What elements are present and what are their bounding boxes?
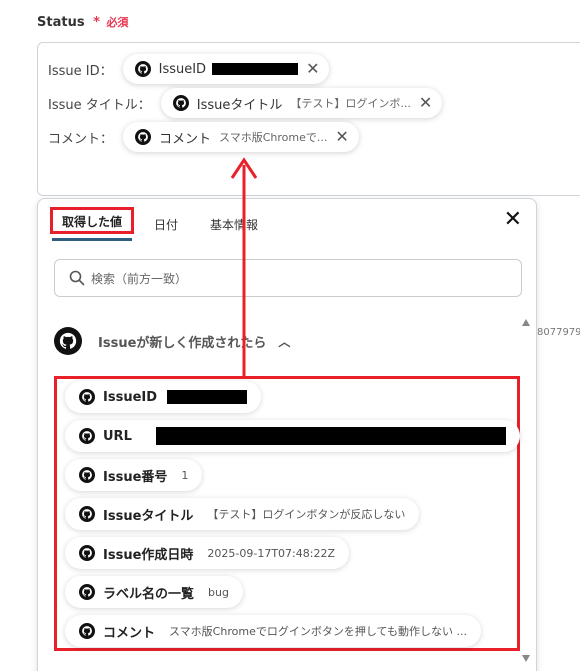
github-icon [79,584,95,600]
field-label: Status * 必須 [37,14,128,30]
close-icon[interactable]: ✕ [306,61,319,77]
github-icon [79,428,95,444]
scroll-up-arrow[interactable] [522,319,530,326]
row-label: コメント： [48,131,114,147]
value-item-issue-title[interactable]: Issueタイトル 【テスト】ログインボタンが反応しない [65,498,420,530]
github-icon [79,389,95,405]
tab-label: 日付 [154,218,179,232]
chip-preview: 【テスト】ログインボ... [290,97,411,110]
item-label: Issue作成日時 [103,547,194,563]
github-icon [172,95,189,111]
redacted-block [155,427,506,445]
scroll-down-arrow[interactable] [522,655,530,662]
value-item-comment[interactable]: コメント スマホ版Chromeでログインボタンを押しても動作しない ... [65,615,481,647]
editor-row-comment: コメント： コメント スマホ版Chromeで... ✕ [48,122,359,152]
editor-row-issue-title: Issue タイトル： Issueタイトル 【テスト】ログインボ... ✕ [48,88,443,118]
value-list: IssueID URL Issue番号 1 Issueタイトル 【テスト】ログイ… [54,376,520,651]
tab-label: 取得した値 [62,215,123,229]
required-star: * [93,15,100,30]
search-icon [69,270,85,286]
item-label: URL [103,428,132,444]
tab-date[interactable]: 日付 [144,212,188,241]
value-item-issue-number[interactable]: Issue番号 1 [65,459,203,491]
redacted-block [167,390,248,404]
item-label: Issue番号 [103,469,168,485]
variable-chip-issue-title[interactable]: Issueタイトル 【テスト】ログインボ... ✕ [160,88,443,118]
redacted-block [212,63,299,75]
row-label: Issue ID： [48,63,113,79]
background-text: 8077979 [537,327,580,338]
item-label: IssueID [103,389,158,405]
tab-label: 基本情報 [210,218,259,232]
variable-chip-issue-id[interactable]: IssueID ✕ [122,54,330,84]
search-placeholder: 検索（前方一致） [91,271,188,286]
chip-label: IssueID [158,61,207,77]
tab-retrieved-values[interactable]: 取得した値 [50,207,135,241]
value-item-url[interactable]: URL [65,420,520,452]
field-label-text: Status [37,15,85,30]
github-icon [79,506,95,522]
github-icon [79,623,95,639]
tab-basic-info[interactable]: 基本情報 [200,212,268,241]
value-item-issue-created-at[interactable]: Issue作成日時 2025-09-17T07:48:22Z [65,537,349,569]
group-title: Issueが新しく作成されたら [98,335,267,351]
required-text: 必須 [106,16,129,29]
item-value: 【テスト】ログインボタンが反応しない [207,508,406,521]
group-header[interactable]: Issueが新しく作成されたら ︿ [54,327,290,355]
chip-label: Issueタイトル [196,97,283,113]
search-input[interactable]: 検索（前方一致） [54,259,522,297]
github-icon [134,61,151,77]
chip-label: コメント [159,131,212,147]
close-icon[interactable]: ✕ [335,129,348,145]
row-label: Issue タイトル： [48,97,151,113]
item-value: bug [208,585,229,599]
github-icon [135,129,152,145]
item-label: コメント [103,625,156,641]
editor-row-issue-id: Issue ID： IssueID ✕ [48,54,330,84]
value-item-issue-id[interactable]: IssueID [65,381,262,413]
variable-chip-comment[interactable]: コメント スマホ版Chromeで... ✕ [123,122,359,152]
item-label: Issueタイトル [103,508,194,524]
close-icon[interactable]: ✕ [504,209,522,231]
chip-preview: スマホ版Chromeで... [219,131,328,144]
value-item-label-list[interactable]: ラベル名の一覧 bug [65,576,243,608]
github-icon [79,467,95,483]
chevron-up-icon[interactable]: ︿ [278,333,290,350]
github-icon [54,327,82,355]
tab-bar: 取得した値 日付 基本情報 [50,207,280,241]
value-picker-panel: 取得した値 日付 基本情報 ✕ 検索（前方一致） Issueが新しく作成されたら… [37,198,537,671]
item-label: ラベル名の一覧 [103,586,195,602]
item-value: 2025-09-17T07:48:22Z [207,546,335,560]
github-icon [79,545,95,561]
status-editor[interactable]: Issue ID： IssueID ✕ Issue タイトル： Issueタイト… [37,42,580,196]
item-value: スマホ版Chromeでログインボタンを押しても動作しない ... [169,625,467,638]
close-icon[interactable]: ✕ [419,95,432,111]
item-value: 1 [181,468,189,482]
